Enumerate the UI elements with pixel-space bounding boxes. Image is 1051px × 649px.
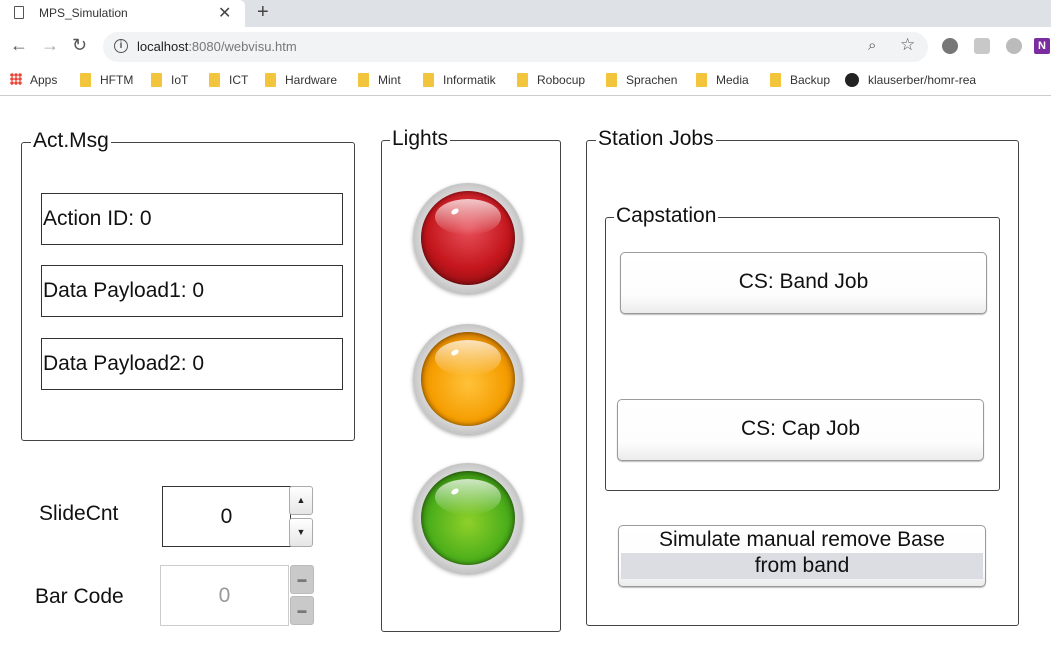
increment-button[interactable]: ▲	[289, 486, 313, 515]
extension-icon[interactable]	[974, 38, 990, 54]
folder-icon	[517, 73, 528, 87]
bookmark-folder[interactable]: Media	[696, 73, 749, 87]
folder-icon	[151, 73, 162, 87]
folder-icon	[80, 73, 91, 87]
cs-cap-job-button[interactable]: CS: Cap Job	[617, 399, 984, 461]
lights-legend: Lights	[390, 127, 451, 151]
slide-cnt-input[interactable]: 0	[162, 486, 291, 547]
bookmark-label: Backup	[790, 73, 831, 87]
capstation-group: Capstation CS: Band Job CS: Cap Job	[605, 204, 1000, 491]
bookmark-label: Sprachen	[626, 73, 678, 87]
address-bar[interactable]: i localhost:8080/webvisu.htm ⌕ ☆	[103, 32, 928, 62]
bar-code-input: 0	[160, 565, 289, 626]
folder-icon	[696, 73, 707, 87]
bookmark-star-icon[interactable]: ☆	[900, 35, 915, 55]
simulate-button-line2: from band	[621, 553, 983, 579]
tab-title: MPS_Simulation	[39, 6, 128, 20]
simulate-remove-base-button[interactable]: Simulate manual remove Base from band	[618, 525, 986, 587]
folder-icon	[606, 73, 617, 87]
folder-icon	[358, 73, 369, 87]
new-tab-icon[interactable]: +	[257, 1, 269, 24]
bookmark-github[interactable]: klauserber/homr-rea	[845, 73, 976, 87]
lamp-gloss	[435, 340, 501, 376]
bookmark-folder[interactable]: IoT	[151, 73, 188, 87]
onenote-icon[interactable]: N	[1034, 38, 1050, 54]
browser-tab[interactable]: MPS_Simulation ✕	[0, 0, 245, 27]
bookmark-label: Robocup	[537, 73, 586, 87]
url-host: localhost	[137, 39, 189, 54]
bookmark-label: Media	[716, 73, 749, 87]
lamp-gloss	[435, 199, 501, 235]
bookmark-label: IoT	[171, 73, 189, 87]
bookmark-folder[interactable]: Mint	[358, 73, 401, 87]
folder-icon	[209, 73, 220, 87]
station-jobs-group: Station Jobs Capstation CS: Band Job CS:…	[586, 127, 1019, 626]
bookmark-folder[interactable]: ICT	[209, 73, 248, 87]
lights-group: Lights	[381, 127, 561, 632]
forward-icon[interactable]: →	[41, 35, 59, 56]
folder-icon	[265, 73, 276, 87]
bookmark-label: Hardware	[285, 73, 338, 87]
url-text: localhost:8080/webvisu.htm	[137, 39, 297, 54]
tab-strip: MPS_Simulation ✕ +	[0, 0, 1051, 27]
back-icon[interactable]: ←	[10, 35, 28, 56]
extension-icon[interactable]	[1006, 38, 1022, 54]
bookmark-folder[interactable]: Backup	[770, 73, 830, 87]
bookmark-label: klauserber/homr-rea	[868, 73, 977, 87]
cs-band-job-button[interactable]: CS: Band Job	[620, 252, 987, 314]
reload-icon[interactable]: ↻	[72, 35, 87, 56]
bookmark-folder[interactable]: Informatik	[423, 73, 496, 87]
green-light	[413, 463, 523, 573]
bar-code-increment-button: ▬	[290, 565, 314, 594]
orange-light	[413, 324, 523, 434]
bar-code-decrement-button: ▬	[290, 596, 314, 625]
data-payload2-field: Data Payload2: 0	[41, 338, 343, 390]
info-icon[interactable]: i	[114, 39, 128, 53]
orange-lamp-lens	[421, 332, 515, 426]
close-tab-icon[interactable]: ✕	[218, 3, 231, 23]
bookmark-folder[interactable]: Robocup	[517, 73, 585, 87]
bookmark-folder[interactable]: Hardware	[265, 73, 337, 87]
apps-grid-icon	[10, 73, 22, 85]
bookmark-folder[interactable]: Sprachen	[606, 73, 677, 87]
lamp-gloss	[435, 479, 501, 515]
url-path: :8080/webvisu.htm	[188, 39, 297, 54]
red-light	[413, 183, 523, 293]
page-icon	[14, 6, 24, 19]
folder-icon	[770, 73, 781, 87]
bookmark-label: Informatik	[443, 73, 496, 87]
capstation-legend: Capstation	[614, 204, 719, 228]
slide-cnt-label: SlideCnt	[39, 502, 119, 525]
action-id-field: Action ID: 0	[41, 193, 343, 245]
extension-icon[interactable]	[942, 38, 958, 54]
bookmark-label: HFTM	[100, 73, 134, 87]
bookmark-folder[interactable]: HFTM	[80, 73, 133, 87]
bookmark-apps[interactable]: Apps	[10, 73, 57, 87]
zoom-icon[interactable]: ⌕	[868, 37, 876, 54]
bookmark-label: ICT	[229, 73, 249, 87]
simulate-button-line1: Simulate manual remove Base	[659, 528, 945, 551]
act-msg-group: Act.Msg Action ID: 0 Data Payload1: 0 Da…	[21, 129, 355, 441]
browser-toolbar: ← → ↻ i localhost:8080/webvisu.htm ⌕ ☆ N	[0, 27, 1051, 67]
red-lamp-lens	[421, 191, 515, 285]
data-payload1-field: Data Payload1: 0	[41, 265, 343, 317]
bookmarks-bar: Apps HFTM IoT ICT Hardware Mint Informat…	[0, 67, 1051, 96]
bar-code-label: Bar Code	[35, 585, 124, 608]
act-msg-legend: Act.Msg	[31, 129, 111, 153]
green-lamp-lens	[421, 471, 515, 565]
bookmark-label: Apps	[30, 73, 58, 87]
decrement-button[interactable]: ▼	[289, 518, 313, 547]
station-jobs-legend: Station Jobs	[596, 127, 716, 151]
github-icon	[845, 73, 859, 87]
folder-icon	[423, 73, 434, 87]
bookmark-label: Mint	[378, 73, 401, 87]
